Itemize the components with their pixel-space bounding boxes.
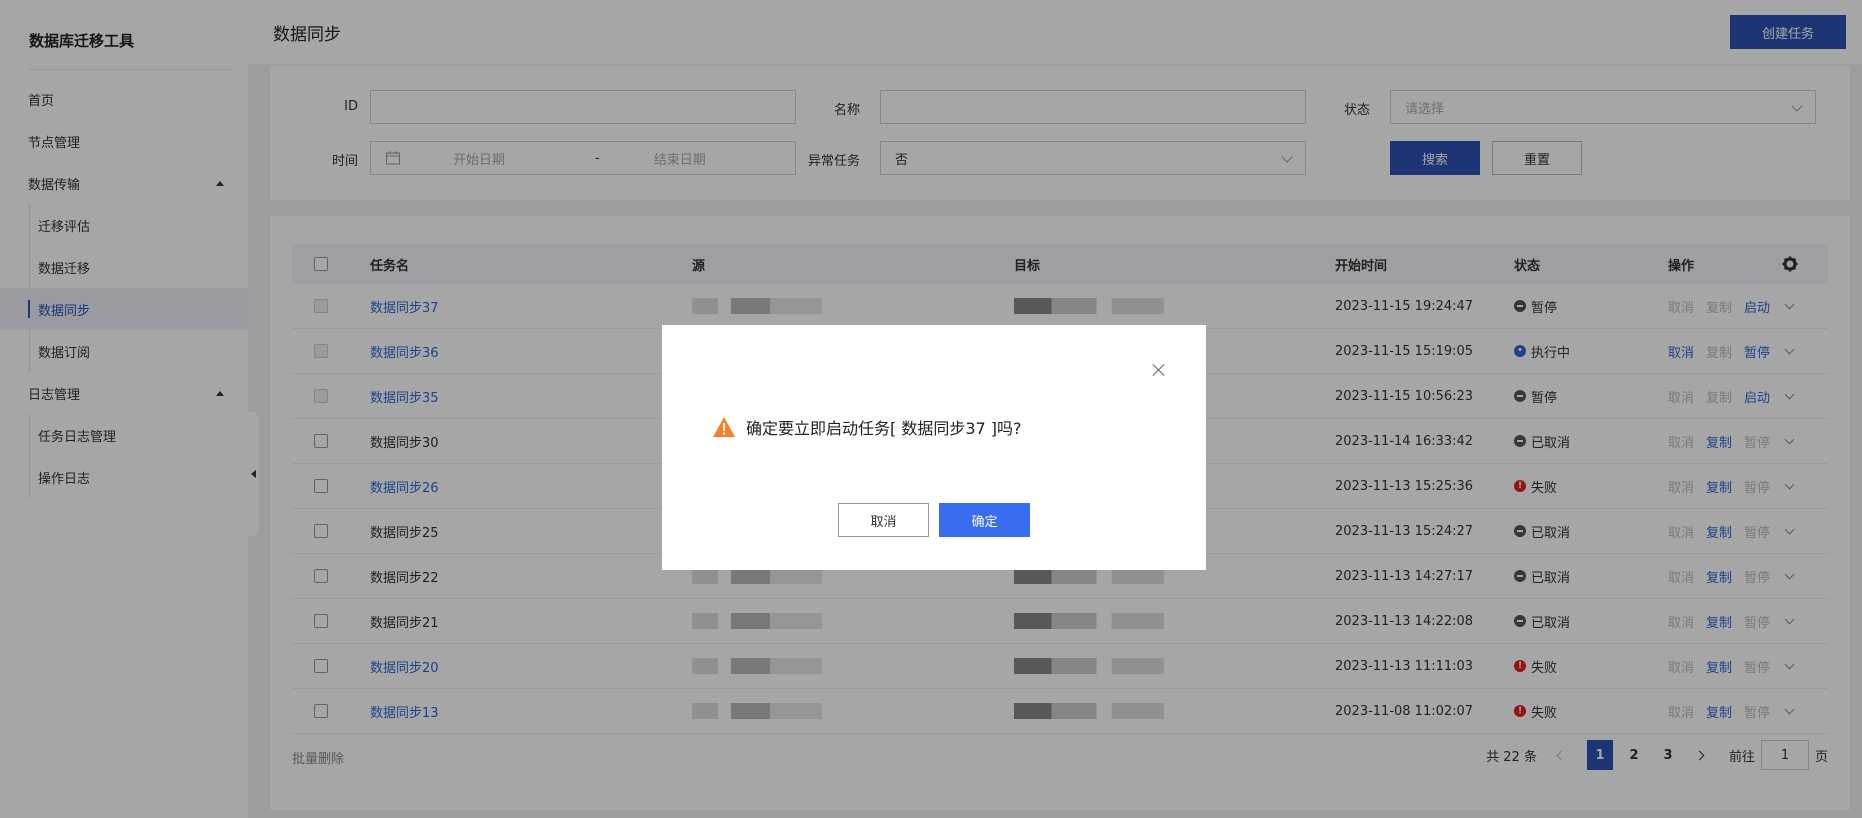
confirm-button[interactable]: 确定 <box>939 503 1030 537</box>
confirm-message-row: 确定要立即启动任务[ 数据同步37 ]吗? <box>712 415 1022 439</box>
confirm-message: 确定要立即启动任务[ 数据同步37 ]吗? <box>746 419 1022 438</box>
confirm-dialog: 确定要立即启动任务[ 数据同步37 ]吗? 取消 确定 <box>662 325 1206 570</box>
warning-icon <box>713 417 735 437</box>
close-icon[interactable] <box>1152 363 1166 377</box>
dialog-actions: 取消 确定 <box>662 503 1206 537</box>
cancel-button[interactable]: 取消 <box>838 503 929 537</box>
